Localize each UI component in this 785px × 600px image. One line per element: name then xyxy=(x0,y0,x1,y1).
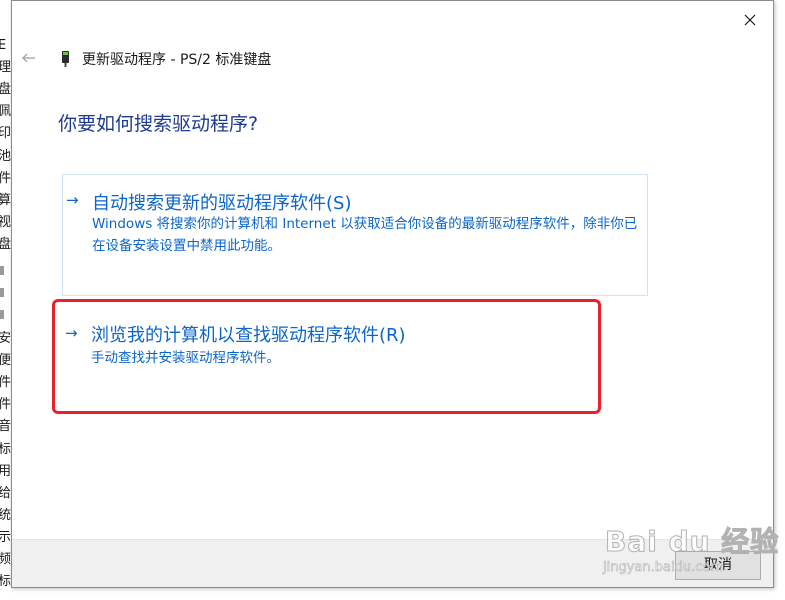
bg-text: 统 xyxy=(0,508,12,523)
dialog-footer: 取消 xyxy=(12,539,773,587)
bg-text: 理 xyxy=(0,60,12,75)
back-arrow-icon xyxy=(22,53,35,63)
dialog-title: 更新驱动程序 - PS/2 标准键盘 xyxy=(82,52,272,68)
cancel-button[interactable]: 取消 xyxy=(675,551,761,580)
bg-text: 印 xyxy=(0,126,12,141)
bg-text: 池 xyxy=(0,149,12,164)
bg-text: 音 xyxy=(0,419,12,434)
bg-item-icon xyxy=(0,266,4,275)
bg-text: 佩 xyxy=(0,104,12,119)
bg-text: 用 xyxy=(0,464,12,479)
back-button[interactable] xyxy=(20,50,38,64)
bg-text: 算 xyxy=(0,193,12,208)
auto-search-option[interactable]: → 自动搜索更新的驱动程序软件(S) Windows 将搜索你的计算机和 Int… xyxy=(62,174,648,296)
bg-text: 件 xyxy=(0,375,12,390)
close-button[interactable] xyxy=(737,7,763,33)
bg-text: 给 xyxy=(0,486,12,501)
update-driver-dialog: 更新驱动程序 - PS/2 标准键盘 你要如何搜索驱动程序? → 自动搜索更新的… xyxy=(11,0,774,588)
bg-text: 示 xyxy=(0,530,12,545)
bg-text: 频 xyxy=(0,552,12,567)
auto-search-title: 自动搜索更新的驱动程序软件(S) xyxy=(92,193,352,214)
bg-text: 标 xyxy=(0,574,12,589)
bg-text: 盘 xyxy=(0,82,12,97)
bg-text: E xyxy=(0,38,7,53)
auto-search-description: Windows 将搜索你的计算机和 Internet 以获取适合你设备的最新驱动… xyxy=(92,216,638,254)
bg-text: 件 xyxy=(0,171,12,186)
keyboard-device-icon xyxy=(62,51,69,67)
annotation-highlight-box xyxy=(52,299,601,414)
bg-text: 件 xyxy=(0,397,12,412)
bg-text: 视 xyxy=(0,215,12,230)
arrow-right-icon: → xyxy=(66,191,79,209)
bg-item-icon xyxy=(0,310,4,319)
bg-text: 便 xyxy=(0,353,12,368)
bg-text: 盘 xyxy=(0,237,12,252)
screen: E 理 盘 佩 印 池 件 算 视 盘 安 便 件 件 音 标 用 给 统 示 … xyxy=(0,0,785,600)
close-icon xyxy=(744,14,756,26)
bg-item-icon xyxy=(0,288,4,297)
bg-text: 安 xyxy=(0,331,12,346)
bg-text: 标 xyxy=(0,442,12,457)
search-method-question: 你要如何搜索驱动程序? xyxy=(58,113,259,135)
